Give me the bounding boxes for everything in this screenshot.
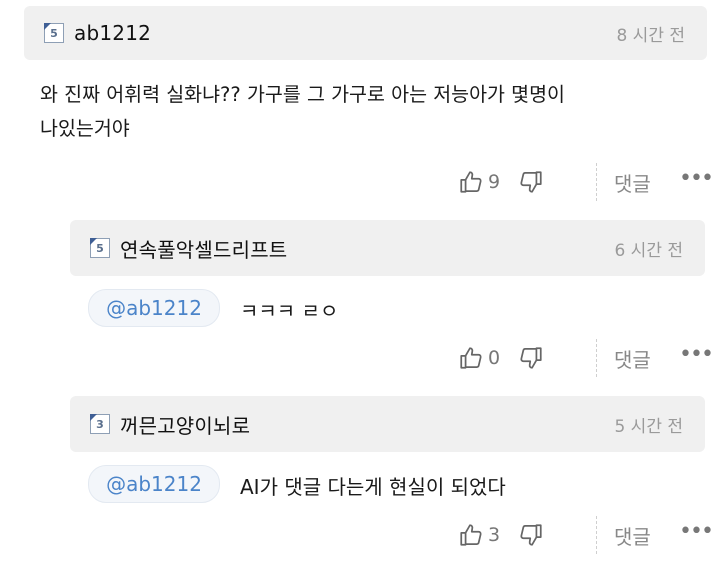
reply-header: 5 연속풀악셀드리프트 6 시간 전 — [70, 220, 705, 276]
comment-author[interactable]: ab1212 — [74, 21, 151, 45]
comment-time: 8 시간 전 — [616, 25, 685, 46]
more-dots-icon[interactable]: ••• — [679, 166, 711, 191]
dislike-button[interactable] — [518, 345, 544, 371]
like-button[interactable]: 0 — [458, 345, 512, 371]
like-button[interactable]: 9 — [458, 169, 512, 195]
thumbs-up-icon — [460, 171, 482, 193]
user-level-badge: 5 — [44, 23, 64, 43]
reply-actions: 3 — [458, 517, 544, 553]
comment-header: 5 ab1212 8 시간 전 — [24, 6, 707, 60]
reply-time: 5 시간 전 — [614, 416, 683, 437]
reply-header: 3 꺼믄고양이뇌로 5 시간 전 — [70, 396, 705, 452]
comment-text: 와 진짜 어휘력 실화냐?? 가구를 그 가구로 아는 저능아가 몇명이 나있는… — [40, 78, 700, 146]
mention-tag[interactable]: @ab1212 — [88, 465, 220, 503]
comment-actions: 9 — [458, 164, 544, 200]
action-divider — [596, 516, 597, 554]
like-count: 9 — [488, 171, 501, 193]
reply-author[interactable]: 연속풀악셀드리프트 — [120, 234, 287, 263]
thumbs-up-icon — [460, 524, 482, 546]
reply-author[interactable]: 꺼믄고양이뇌로 — [120, 410, 250, 439]
reply-button[interactable]: 댓글 — [614, 344, 651, 373]
action-divider — [596, 163, 597, 201]
reply-text: ㅋㅋㅋ ㄹㅇ — [240, 299, 339, 323]
thumbs-down-icon — [520, 524, 542, 546]
reply-button[interactable]: 댓글 — [614, 521, 651, 550]
like-count: 0 — [488, 347, 501, 369]
action-divider — [596, 339, 597, 377]
reply-actions: 0 — [458, 340, 544, 376]
like-count: 3 — [488, 524, 501, 546]
mention-tag[interactable]: @ab1212 — [88, 289, 220, 327]
reply-text: AI가 댓글 다는게 현실이 되었다 — [240, 475, 506, 499]
more-dots-icon[interactable]: ••• — [679, 342, 711, 367]
reply-button[interactable]: 댓글 — [614, 168, 651, 197]
dislike-button[interactable] — [518, 522, 544, 548]
dislike-button[interactable] — [518, 169, 544, 195]
reply-time: 6 시간 전 — [614, 240, 683, 261]
thumbs-down-icon — [520, 171, 542, 193]
like-button[interactable]: 3 — [458, 522, 512, 548]
comment-text-line: 와 진짜 어휘력 실화냐?? 가구를 그 가구로 아는 저능아가 몇명이 — [40, 83, 565, 106]
user-level-badge: 5 — [90, 238, 110, 258]
thumbs-up-icon — [460, 347, 482, 369]
more-dots-icon[interactable]: ••• — [679, 519, 711, 544]
comment-text-line: 나있는거야 — [40, 117, 130, 140]
thumbs-down-icon — [520, 347, 542, 369]
user-level-badge: 3 — [90, 414, 110, 434]
